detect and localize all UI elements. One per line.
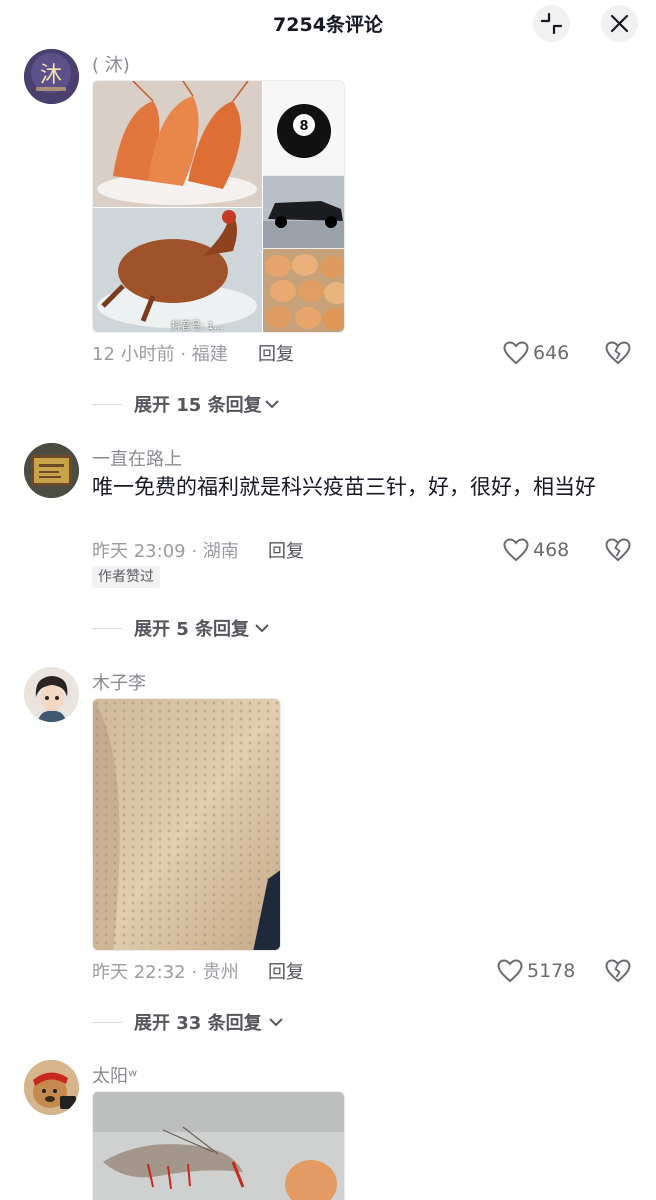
expand-replies-label: 展开 15 条回复 (134, 395, 262, 416)
goosebumps-arm-photo (93, 699, 280, 950)
comment-image-grid[interactable]: 8 抖音号: 1… (92, 80, 345, 333)
time-location: 昨天 23:09 · 湖南 (92, 541, 239, 562)
chevron-down-icon (269, 1018, 283, 1027)
author-liked-badge: 作者赞过 (92, 566, 160, 588)
comment-text: 唯一免费的福利就是科兴疫苗三针，好，很好，相当好 (92, 475, 596, 499)
close-icon (610, 14, 629, 33)
broken-heart-icon[interactable] (605, 958, 631, 984)
user-avatar[interactable] (24, 1060, 79, 1115)
chevron-down-icon (255, 624, 269, 633)
dog-avatar-icon (24, 1060, 79, 1115)
eggs-photo (263, 249, 344, 332)
expand-replies-label: 展开 5 条回复 (134, 619, 250, 640)
username[interactable]: 太阳ʷ (92, 1062, 137, 1088)
comments-header: 7254条评论 (0, 0, 656, 48)
comment-image[interactable] (92, 1091, 345, 1200)
black-suv-photo (263, 176, 344, 248)
heart-icon (503, 341, 529, 365)
comment-item: 木子李 昨天 22:32 · 贵州 回复 5178 展开 33 条回复 (0, 667, 656, 1037)
shrimp-and-egg-photo (93, 1092, 344, 1200)
divider-line (92, 404, 122, 405)
mu-avatar-icon: 沐 (24, 49, 79, 104)
like-count: 468 (533, 539, 570, 561)
close-button[interactable] (601, 5, 638, 42)
comment-item: 太阳ʷ (0, 1060, 656, 1200)
divider-line (92, 628, 122, 629)
watermark: 抖音号: 1… (171, 321, 224, 332)
svg-text:沐: 沐 (40, 63, 62, 88)
heart-icon (503, 538, 529, 562)
reply-button[interactable]: 回复 (258, 340, 294, 366)
collapse-button[interactable] (533, 5, 570, 42)
comment-image[interactable] (92, 698, 281, 951)
reply-button[interactable]: 回复 (268, 958, 304, 984)
collapse-icon (540, 12, 563, 35)
like-count: 5178 (527, 960, 576, 982)
like-count: 646 (533, 342, 570, 364)
divider-line (92, 1022, 122, 1023)
image-collage: 8 (93, 81, 344, 332)
user-avatar[interactable] (24, 443, 79, 498)
comment-meta: 昨天 23:09 · 湖南 回复 (92, 537, 492, 563)
username[interactable]: 一直在路上 (92, 445, 182, 471)
user-avatar[interactable] (24, 667, 79, 722)
cartoon-boy-avatar-icon (24, 667, 79, 722)
chevron-down-icon (265, 400, 279, 409)
billiard-8-ball-photo: 8 (263, 81, 344, 175)
username[interactable]: ( 沐) (92, 51, 130, 77)
username[interactable]: 木子李 (92, 669, 146, 695)
comment-item: 沐 ( 沐) 8 抖音号: 1… 12 小时前 · 福建 回复 646 展开 1… (0, 49, 656, 419)
user-avatar[interactable]: 沐 (24, 49, 79, 104)
time-location: 12 小时前 · 福建 (92, 344, 228, 365)
heart-icon (497, 959, 523, 983)
comment-item: 一直在路上 唯一免费的福利就是科兴疫苗三针，好，很好，相当好 昨天 23:09 … (0, 443, 656, 643)
time-location: 昨天 22:32 · 贵州 (92, 962, 239, 983)
shrimp-photo (93, 81, 262, 207)
svg-text:8: 8 (299, 119, 308, 134)
expand-replies-label: 展开 33 条回复 (134, 1013, 262, 1034)
reply-button[interactable]: 回复 (268, 537, 304, 563)
comment-meta: 昨天 22:32 · 贵州 回复 (92, 958, 492, 984)
plaque-avatar-icon (24, 443, 79, 498)
broken-heart-icon[interactable] (605, 340, 631, 366)
roast-chicken-photo (93, 208, 262, 332)
broken-heart-icon[interactable] (605, 537, 631, 563)
